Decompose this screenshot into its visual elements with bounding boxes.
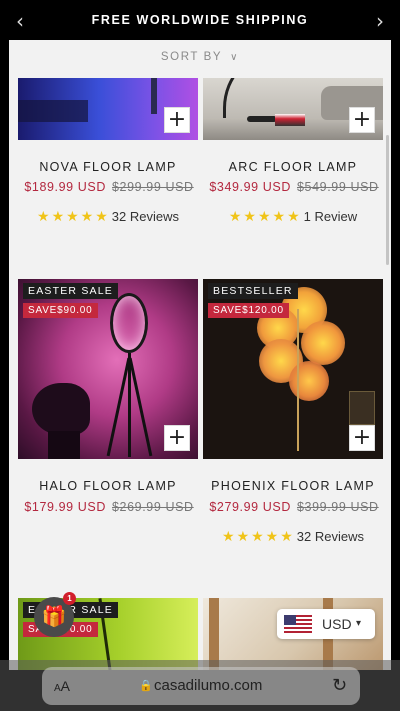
- halo-ring: [110, 293, 148, 353]
- scrollbar[interactable]: [386, 135, 389, 265]
- lamp-stem: [297, 309, 299, 451]
- add-to-cart-button[interactable]: +: [349, 107, 375, 133]
- product-card-halo[interactable]: EASTER SALE SAVE$90.00 + HALO FLOOR LAMP…: [18, 279, 198, 519]
- product-grid-page: SORT BY ∨ + NOVA FLOOR LAMP $189.99 USD $2…: [9, 40, 391, 670]
- text-size-button[interactable]: AA: [54, 678, 70, 694]
- product-image[interactable]: +: [18, 78, 198, 140]
- product-prices: $349.99 USD $549.99 USD: [203, 180, 385, 194]
- currency-code: USD: [322, 616, 352, 632]
- savings-badge: SAVE$120.00: [208, 303, 289, 318]
- tripod-leg: [128, 357, 153, 457]
- glow-disc: [301, 321, 345, 365]
- lamp-arc: [223, 78, 283, 118]
- next-arrow-icon[interactable]: ›: [376, 9, 384, 33]
- side-table: [48, 431, 80, 459]
- product-title[interactable]: PHOENIX FLOOR LAMP: [203, 479, 383, 493]
- star-rating-icon: ★★★★★: [222, 529, 295, 545]
- product-prices: $189.99 USD $299.99 USD: [18, 180, 200, 194]
- gift-count-badge: 1: [63, 592, 76, 605]
- product-card-arc[interactable]: + ARC FLOOR LAMP $349.99 USD $549.99 USD …: [203, 78, 383, 238]
- plant-silhouette: [32, 383, 90, 435]
- text-size-large-a: A: [60, 678, 71, 694]
- browser-toolbar: AA 🔒 casadilumo.com ↻: [0, 660, 400, 711]
- product-prices: $279.99 USD $399.99 USD: [203, 500, 385, 514]
- product-prices: $179.99 USD $269.99 USD: [18, 500, 200, 514]
- compare-price: $399.99 USD: [297, 500, 379, 514]
- star-rating-icon: ★★★★★: [37, 209, 110, 225]
- reload-icon[interactable]: ↻: [332, 675, 347, 696]
- sale-price: $349.99 USD: [209, 180, 291, 194]
- tripod-leg: [106, 357, 131, 457]
- text-size-small-a: A: [54, 683, 61, 694]
- product-title[interactable]: NOVA FLOOR LAMP: [18, 160, 198, 174]
- sale-price: $179.99 USD: [24, 500, 106, 514]
- caret-down-icon: ▾: [356, 618, 362, 629]
- lock-icon: 🔒: [139, 679, 153, 692]
- sort-dropdown[interactable]: SORT BY ∨: [9, 51, 391, 63]
- product-image[interactable]: BESTSELLER SAVE$120.00 +: [203, 279, 383, 459]
- promo-badge: EASTER SALE: [23, 283, 118, 299]
- product-image[interactable]: +: [203, 78, 383, 140]
- product-card-nova[interactable]: + NOVA FLOOR LAMP $189.99 USD $299.99 USD…: [18, 78, 198, 238]
- product-title[interactable]: ARC FLOOR LAMP: [203, 160, 383, 174]
- us-flag-icon: [284, 615, 312, 633]
- product-image[interactable]: EASTER SALE SAVE$90.00 +: [18, 279, 198, 459]
- add-to-cart-button[interactable]: +: [164, 107, 190, 133]
- promo-badge: BESTSELLER: [208, 283, 298, 299]
- product-title[interactable]: HALO FLOOR LAMP: [18, 479, 198, 493]
- glow-disc: [289, 361, 329, 401]
- address-bar[interactable]: AA 🔒 casadilumo.com ↻: [42, 667, 360, 705]
- shelf-silhouette: [18, 100, 88, 122]
- product-rating[interactable]: ★★★★★ 32 Reviews: [18, 209, 198, 225]
- review-count: 32 Reviews: [296, 529, 364, 544]
- compare-price: $299.99 USD: [112, 180, 194, 194]
- add-to-cart-button[interactable]: +: [349, 425, 375, 451]
- compare-price: $269.99 USD: [112, 500, 194, 514]
- announcement-text: FREE WORLDWIDE SHIPPING: [91, 13, 309, 27]
- star-rating-icon: ★★★★★: [228, 209, 302, 225]
- review-count: 1 Review: [303, 209, 358, 224]
- product-rating[interactable]: ★★★★★ 32 Reviews: [203, 529, 383, 545]
- currency-selector[interactable]: USD ▾: [277, 609, 375, 639]
- review-count: 32 Reviews: [111, 209, 179, 224]
- sort-label: SORT BY: [160, 51, 223, 63]
- sale-price: $279.99 USD: [209, 500, 291, 514]
- product-rating[interactable]: ★★★★★ 1 Review: [203, 209, 383, 225]
- wall-art: [349, 391, 375, 425]
- announcement-bar: ‹ FREE WORLDWIDE SHIPPING ›: [0, 0, 400, 40]
- chevron-down-icon: ∨: [230, 52, 240, 63]
- savings-badge: SAVE$90.00: [23, 303, 98, 318]
- lamp-pole: [151, 78, 157, 114]
- lamp-base: [247, 116, 277, 122]
- add-to-cart-button[interactable]: +: [164, 425, 190, 451]
- compare-price: $549.99 USD: [297, 180, 379, 194]
- url-text[interactable]: casadilumo.com: [154, 677, 262, 694]
- product-card-phoenix[interactable]: BESTSELLER SAVE$120.00 + PHOENIX FLOOR L…: [203, 279, 383, 549]
- book-stack: [275, 114, 305, 126]
- sale-price: $189.99 USD: [24, 180, 106, 194]
